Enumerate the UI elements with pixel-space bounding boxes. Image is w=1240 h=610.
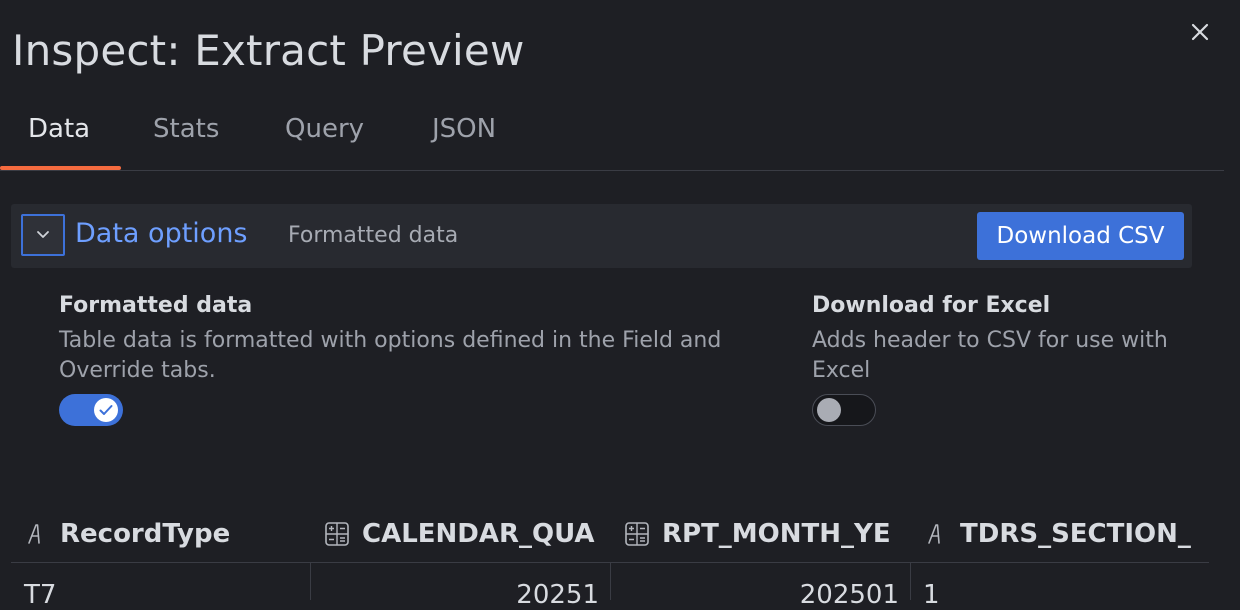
tab-bar: Data Stats Query JSON bbox=[0, 96, 1224, 172]
close-button[interactable] bbox=[1186, 18, 1214, 46]
formatted-data-switch[interactable] bbox=[59, 394, 123, 426]
table-cell: 202501 bbox=[799, 580, 899, 610]
download-for-excel-title: Download for Excel bbox=[812, 293, 1051, 318]
data-options-bar: Data options Formatted data Download CSV bbox=[11, 204, 1192, 268]
column-header-label: TDRS_SECTION_ bbox=[960, 519, 1191, 549]
column-header-rpt-month-ye[interactable]: RPT_MONTH_YE bbox=[624, 505, 910, 563]
formatted-data-title: Formatted data bbox=[59, 293, 253, 318]
download-csv-button[interactable]: Download CSV bbox=[977, 212, 1184, 260]
column-separator bbox=[910, 563, 911, 600]
tab-bar-divider bbox=[0, 170, 1224, 171]
number-type-icon bbox=[325, 522, 349, 546]
column-header-label: RecordType bbox=[60, 519, 231, 549]
text-type-icon bbox=[928, 524, 940, 544]
close-icon bbox=[1191, 23, 1209, 41]
chevron-down-icon bbox=[37, 231, 49, 238]
table-header: RecordType CALENDAR_QUA RPT_MONTH_YE TDR… bbox=[11, 505, 1209, 563]
checkmark-icon bbox=[99, 405, 113, 415]
table-cell: 1 bbox=[923, 580, 940, 610]
column-header-tdrs-section[interactable]: TDRS_SECTION_ bbox=[924, 505, 1209, 563]
table-cell: 20251 bbox=[516, 580, 599, 610]
switch-knob bbox=[94, 398, 118, 422]
column-header-label: RPT_MONTH_YE bbox=[662, 519, 891, 549]
drawer-title: Inspect: Extract Preview bbox=[12, 26, 525, 75]
text-type-icon bbox=[28, 524, 40, 544]
data-options-summary: Formatted data bbox=[288, 223, 459, 248]
tab-data[interactable]: Data bbox=[28, 114, 90, 144]
tab-query[interactable]: Query bbox=[285, 114, 364, 144]
formatted-data-description: Table data is formatted with options def… bbox=[59, 328, 722, 383]
switch-knob bbox=[817, 398, 841, 422]
column-header-calendar-qua[interactable]: CALENDAR_QUA bbox=[324, 505, 610, 563]
column-header-recordtype[interactable]: RecordType bbox=[24, 505, 310, 563]
data-options-toggle-button[interactable] bbox=[21, 214, 65, 256]
tab-json[interactable]: JSON bbox=[432, 114, 496, 144]
download-for-excel-switch[interactable] bbox=[812, 394, 876, 426]
column-header-label: CALENDAR_QUA bbox=[362, 519, 595, 549]
table-cell: T7 bbox=[24, 580, 57, 610]
data-options-label[interactable]: Data options bbox=[75, 218, 248, 249]
tab-stats[interactable]: Stats bbox=[153, 114, 219, 144]
download-for-excel-description: Adds header to CSV for use with Excel bbox=[812, 328, 1168, 383]
number-type-icon bbox=[625, 522, 649, 546]
